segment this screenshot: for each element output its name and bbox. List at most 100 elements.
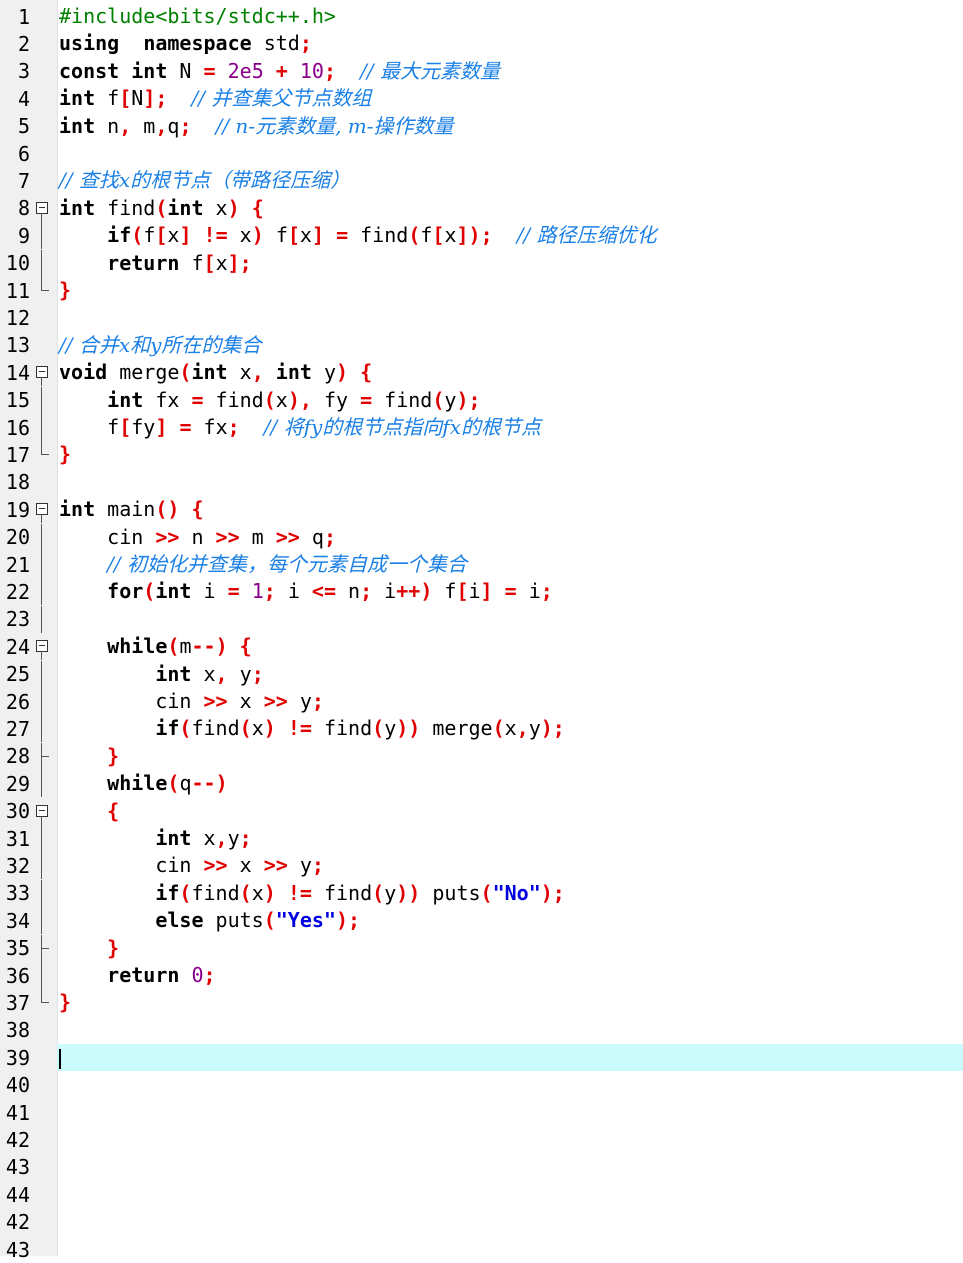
code-line[interactable]: 43 [0, 1236, 963, 1263]
code-line[interactable]: 14 void merge(int x, int y) { [0, 359, 963, 387]
code-line[interactable]: 7 // 查找x的根节点（带路径压缩） [0, 167, 963, 194]
line-code[interactable]: return 0; [57, 962, 963, 989]
code-line[interactable]: 20 cin >> n >> m >> q; [0, 523, 963, 551]
code-line[interactable]: 8 int find(int x) { [0, 195, 963, 222]
code-line[interactable]: 36 return 0; [0, 962, 963, 989]
line-code[interactable]: } [57, 441, 963, 468]
line-code[interactable]: if(find(x) != find(y)) puts("No"); [57, 880, 963, 907]
line-code[interactable]: } [57, 935, 963, 962]
code-line[interactable]: 25 int x, y; [0, 660, 963, 688]
code-line[interactable]: 5 int n, m,q; // n-元素数量, m-操作数量 [0, 113, 963, 140]
line-code[interactable]: // 初始化并查集，每个元素自成一个集合 [57, 551, 963, 578]
line-code[interactable]: } [57, 277, 963, 304]
line-code[interactable]: // 查找x的根节点（带路径压缩） [57, 167, 963, 194]
code-line[interactable]: 10 return f[x]; [0, 249, 963, 277]
line-code[interactable]: for(int i = 1; i <= n; i++) f[i] = i; [57, 578, 963, 605]
code-line[interactable]: 35 } [0, 934, 963, 962]
line-code[interactable] [57, 1017, 963, 1044]
code-line[interactable]: 2 using namespace std; [0, 30, 963, 57]
code-line[interactable]: 42 [0, 1209, 963, 1236]
code-line[interactable]: 33 if(find(x) != find(y)) puts("No"); [0, 879, 963, 907]
line-code[interactable] [57, 1099, 963, 1126]
code-line[interactable]: 15 int fx = find(x), fy = find(y); [0, 386, 963, 414]
code-line[interactable]: 11} [0, 277, 963, 304]
line-code[interactable]: cin >> x >> y; [57, 688, 963, 715]
line-code[interactable]: // 合并x和y所在的集合 [57, 332, 963, 359]
fold-toggle-icon[interactable] [30, 798, 57, 825]
line-code[interactable] [57, 304, 963, 331]
line-code[interactable]: if(find(x) != find(y)) merge(x,y); [57, 715, 963, 742]
line-code[interactable] [57, 1126, 963, 1153]
line-code[interactable]: int x,y; [57, 825, 963, 852]
code-line[interactable]: 41 [0, 1099, 963, 1126]
current-line[interactable]: 39 [0, 1044, 963, 1072]
line-code[interactable]: void merge(int x, int y) { [57, 359, 963, 386]
code-line[interactable]: 4 int f[N]; // 并查集父节点数组 [0, 85, 963, 112]
code-line[interactable]: 34 else puts("Yes"); [0, 907, 963, 935]
line-code[interactable]: cin >> n >> m >> q; [57, 524, 963, 551]
code-line[interactable]: 31 int x,y; [0, 825, 963, 852]
line-code[interactable] [57, 1236, 963, 1263]
code-line[interactable]: 32 cin >> x >> y; [0, 852, 963, 880]
fold-toggle-icon[interactable] [30, 496, 57, 524]
line-code[interactable] [57, 1181, 963, 1208]
line-code[interactable]: while(q--) [57, 770, 963, 797]
code-line[interactable]: 21 // 初始化并查集，每个元素自成一个集合 [0, 551, 963, 578]
line-code[interactable]: int n, m,q; // n-元素数量, m-操作数量 [57, 113, 963, 140]
line-code[interactable]: { [57, 798, 963, 825]
code-line[interactable]: 22 for(int i = 1; i <= n; i++) f[i] = i; [0, 578, 963, 606]
code-line[interactable]: 19 int main() { [0, 496, 963, 524]
line-code[interactable] [57, 1072, 963, 1099]
line-code[interactable]: using namespace std; [57, 30, 963, 57]
line-code[interactable]: while(m--) { [57, 633, 963, 660]
line-code[interactable]: const int N = 2e5 + 10; // 最大元素数量 [57, 58, 963, 85]
code-line[interactable]: 28 } [0, 742, 963, 770]
code-line[interactable]: 30 { [0, 798, 963, 825]
code-line[interactable]: 12 [0, 304, 963, 331]
code-line[interactable]: 38 [0, 1017, 963, 1044]
line-code[interactable] [57, 1154, 963, 1181]
fold-toggle-icon[interactable] [30, 633, 57, 661]
code-line[interactable]: 1 #include<bits/stdc++.h> [0, 3, 963, 30]
code-editor[interactable]: 1 #include<bits/stdc++.h> 2 using namespace… [0, 0, 963, 1262]
line-code[interactable]: else puts("Yes"); [57, 907, 963, 934]
code-line[interactable]: 37} [0, 989, 963, 1016]
code-line[interactable]: 43 [0, 1154, 963, 1181]
line-code[interactable] [57, 469, 963, 496]
line-code[interactable]: } [57, 989, 963, 1016]
line-code[interactable] [57, 1209, 963, 1236]
code-line[interactable]: 6 [0, 140, 963, 167]
code-line[interactable]: 17} [0, 441, 963, 468]
line-code[interactable] [57, 140, 963, 167]
code-line[interactable]: 18 [0, 469, 963, 496]
line-code[interactable]: if(f[x] != x) f[x] = find(f[x]); // 路径压缩… [57, 222, 963, 249]
code-line[interactable]: 26 cin >> x >> y; [0, 688, 963, 715]
code-line[interactable]: 42 [0, 1126, 963, 1153]
line-code[interactable]: int x, y; [57, 661, 963, 688]
code-line[interactable]: 44 [0, 1181, 963, 1208]
line-code[interactable]: cin >> x >> y; [57, 852, 963, 879]
line-code[interactable]: int find(int x) { [57, 195, 963, 222]
line-code[interactable]: int main() { [57, 496, 963, 523]
code-line[interactable]: 27 if(find(x) != find(y)) merge(x,y); [0, 715, 963, 743]
line-code[interactable]: int fx = find(x), fy = find(y); [57, 387, 963, 414]
line-code[interactable]: f[fy] = fx; // 将fy的根节点指向fx的根节点 [57, 414, 963, 441]
code-line[interactable]: 40 [0, 1072, 963, 1099]
code-line[interactable]: 24 while(m--) { [0, 633, 963, 661]
fold-toggle-icon[interactable] [30, 195, 57, 222]
code-line[interactable]: 13 // 合并x和y所在的集合 [0, 332, 963, 359]
line-code[interactable] [57, 1044, 963, 1072]
code-line[interactable]: 16 f[fy] = fx; // 将fy的根节点指向fx的根节点 [0, 414, 963, 441]
code-line[interactable]: 29 while(q--) [0, 770, 963, 798]
line-code[interactable]: #include<bits/stdc++.h> [57, 3, 963, 30]
line-code[interactable] [57, 606, 963, 633]
line-code[interactable]: int f[N]; // 并查集父节点数组 [57, 85, 963, 112]
line-code[interactable]: return f[x]; [57, 250, 963, 277]
code-line[interactable]: 23 [0, 605, 963, 633]
fold-toggle-icon[interactable] [30, 359, 57, 387]
code-token: y [311, 360, 336, 385]
code-line[interactable]: 3 const int N = 2e5 + 10; // 最大元素数量 [0, 58, 963, 85]
line-code[interactable]: } [57, 743, 963, 770]
code-line[interactable]: 9 if(f[x] != x) f[x] = find(f[x]); // 路径… [0, 222, 963, 250]
